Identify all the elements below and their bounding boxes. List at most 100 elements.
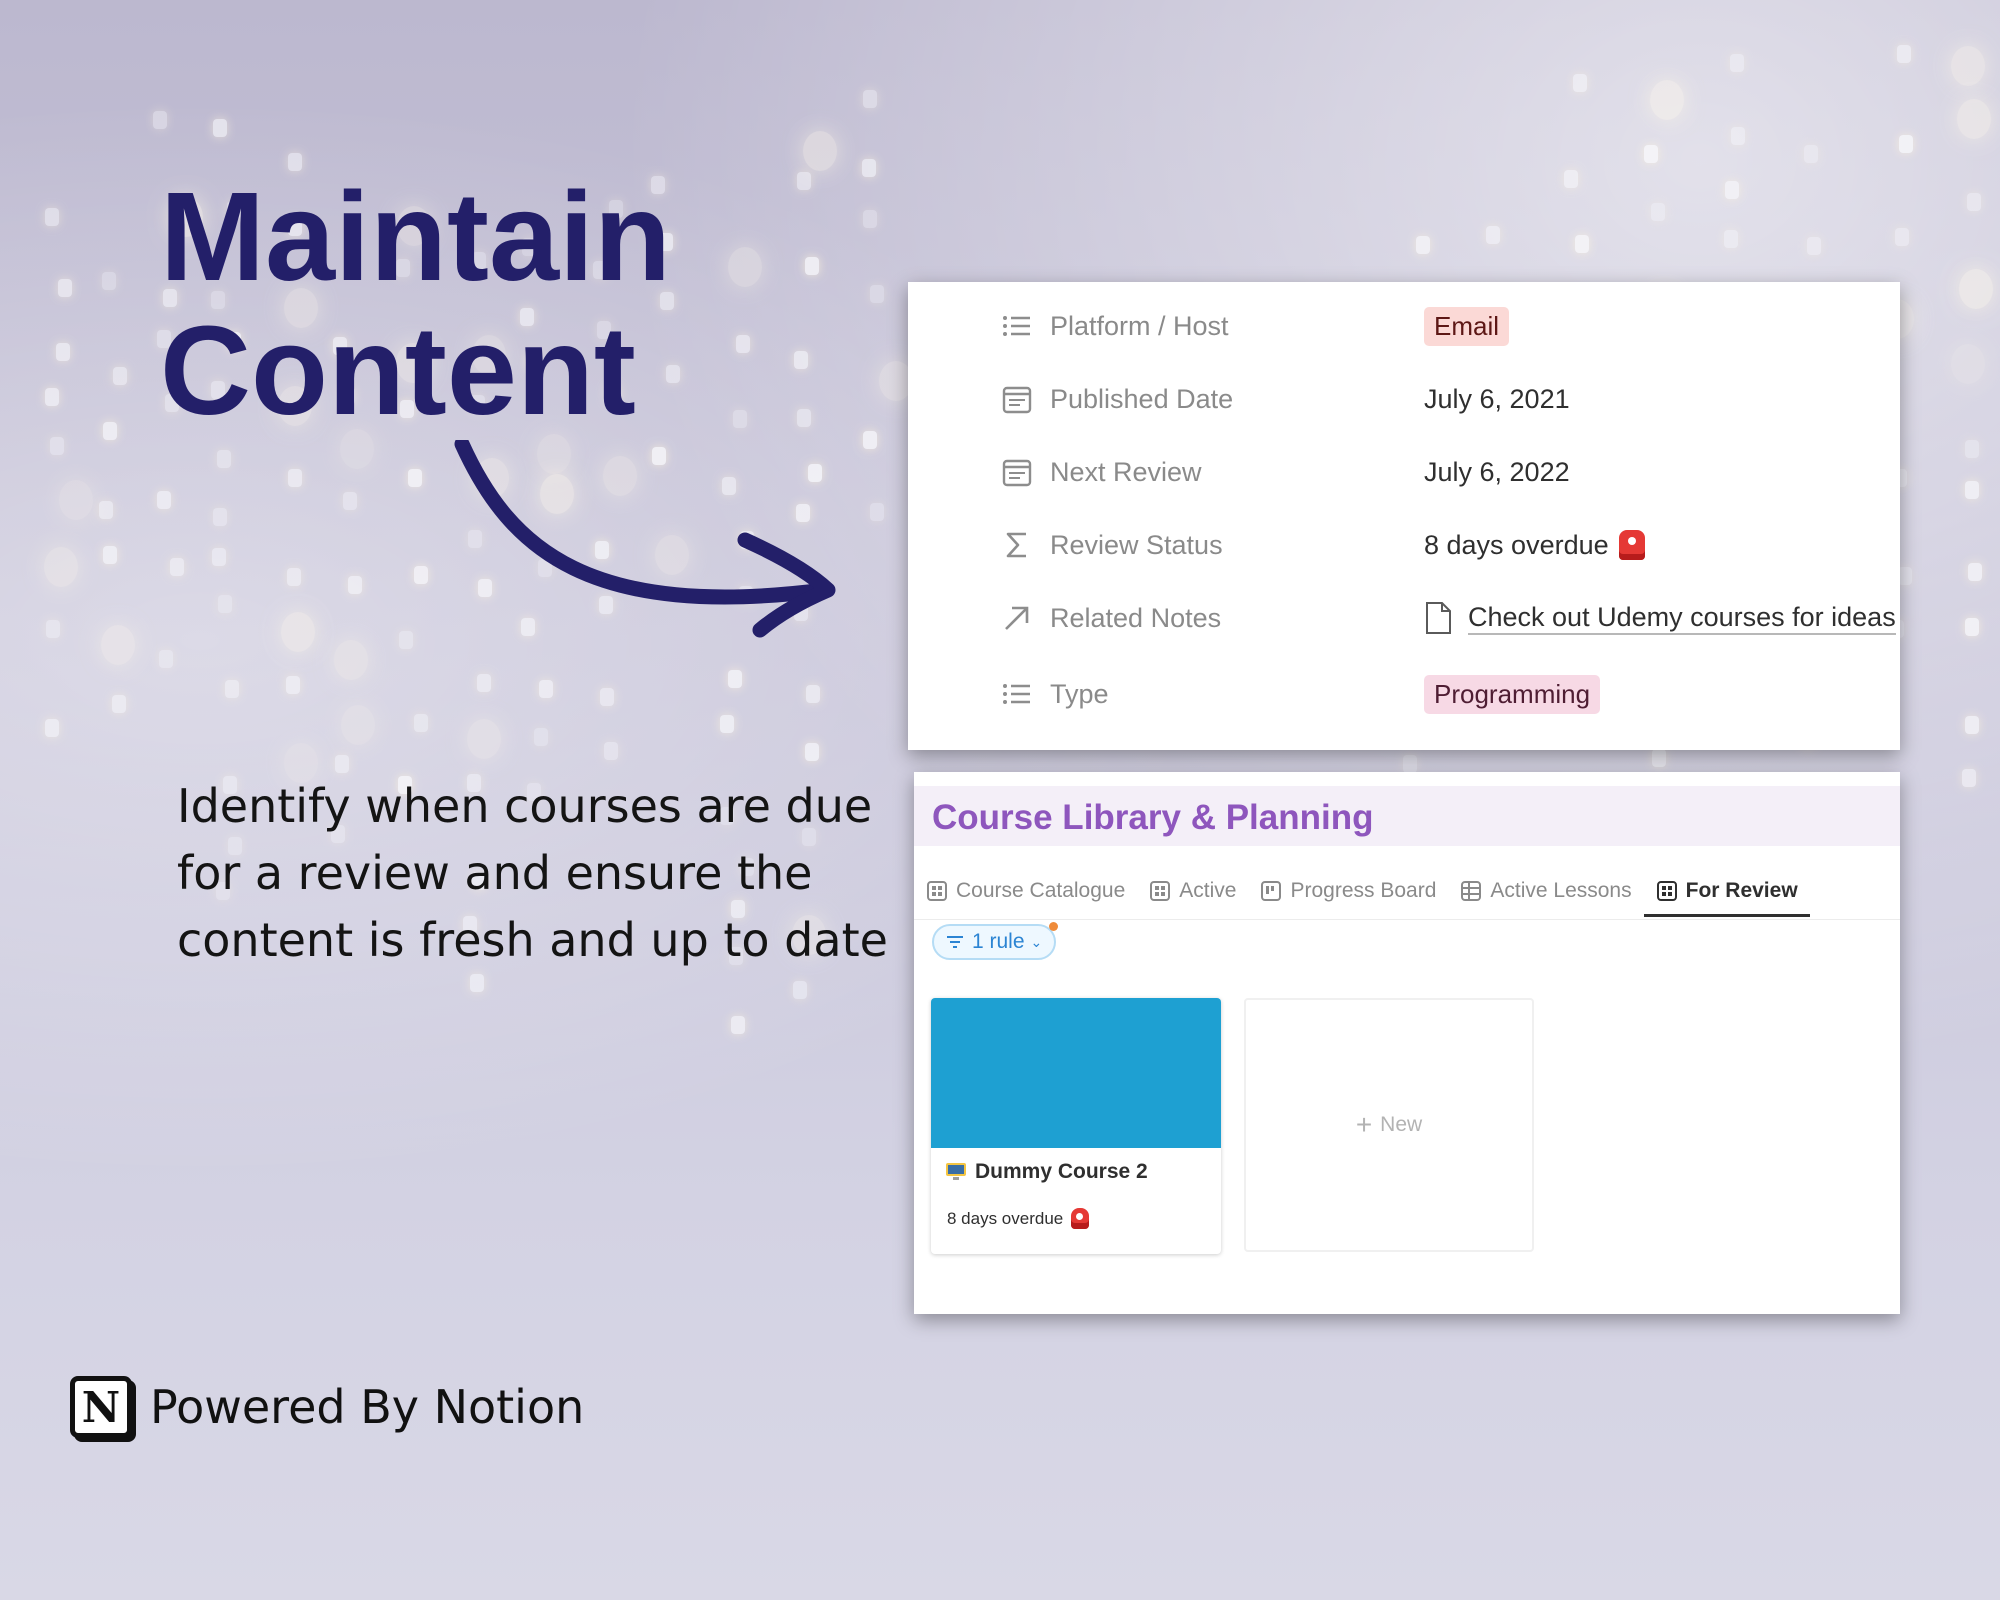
property-label: Related Notes: [1050, 602, 1222, 633]
bokeh-light: [45, 620, 60, 639]
bokeh-light: [1643, 145, 1658, 164]
bokeh-light: [1650, 80, 1685, 121]
bokeh-light: [1895, 228, 1910, 246]
bokeh-light: [731, 1016, 746, 1035]
bokeh-light: [727, 669, 742, 688]
tab-for-review[interactable]: For Review: [1643, 868, 1810, 917]
bokeh-light: [1898, 134, 1913, 153]
review-status-text: 8 days overdue: [1424, 529, 1609, 560]
tab-active[interactable]: Active: [1137, 868, 1248, 914]
property-value[interactable]: Check out Udemy courses for ideas: [1424, 601, 1896, 635]
database-title-bar: Course Library & Planning: [914, 786, 1900, 846]
description-line-2: for a review and ensure the: [177, 846, 813, 900]
bokeh-light: [862, 159, 877, 178]
bokeh-light: [213, 119, 228, 138]
view-tabs: Course Catalogue Active Progress Board A…: [914, 868, 1810, 922]
list-icon: [1000, 677, 1034, 711]
property-type[interactable]: Type Programming: [1000, 669, 1601, 719]
bokeh-light: [44, 719, 59, 738]
headline-line-2: Content: [160, 300, 636, 441]
property-label: Platform / Host: [1050, 310, 1229, 341]
filter-label: 1 rule: [972, 930, 1025, 953]
bokeh-light: [59, 480, 94, 521]
bokeh-light: [1652, 749, 1667, 768]
bokeh-light: [217, 450, 232, 469]
tab-progress-board[interactable]: Progress Board: [1248, 868, 1448, 914]
bokeh-light: [1965, 440, 1980, 459]
bokeh-light: [212, 508, 227, 527]
bokeh-light: [870, 285, 885, 304]
property-published-date[interactable]: Published Date July 6, 2021: [1000, 374, 1570, 424]
list-icon: [1000, 309, 1034, 343]
property-value[interactable]: July 6, 2022: [1424, 457, 1570, 488]
sigma-icon: [1000, 528, 1034, 562]
notion-logo-icon: N: [70, 1376, 132, 1438]
bokeh-light: [99, 500, 114, 519]
bokeh-light: [1967, 562, 1982, 581]
property-value[interactable]: July 6, 2021: [1424, 384, 1570, 415]
bokeh-light: [805, 257, 820, 276]
filter-indicator-dot: [1049, 922, 1059, 931]
bokeh-light: [103, 421, 118, 440]
bokeh-light: [111, 694, 126, 713]
bokeh-light: [732, 410, 747, 429]
bokeh-light: [1563, 169, 1578, 188]
description-line-1: Identify when courses are due: [177, 779, 873, 833]
curved-arrow-icon: [454, 440, 836, 638]
description-line-3: content is fresh and up to date: [177, 913, 888, 967]
property-value[interactable]: 8 days overdue: [1424, 530, 1645, 561]
bokeh-light: [413, 566, 428, 585]
bokeh-light: [728, 247, 763, 288]
bokeh-light: [159, 649, 174, 668]
description-text: Identify when courses are due for a revi…: [177, 773, 897, 974]
gallery-icon: [927, 881, 947, 901]
bokeh-light: [169, 557, 184, 576]
property-platform-host[interactable]: Platform / Host Email: [1000, 301, 1510, 351]
bokeh-light: [211, 548, 226, 567]
bokeh-light: [538, 679, 553, 698]
bokeh-light: [286, 567, 301, 586]
calendar-icon: [1000, 455, 1034, 489]
new-label: New: [1380, 1113, 1423, 1136]
bokeh-light: [603, 741, 618, 760]
chevron-down-icon: ⌄: [1030, 933, 1043, 950]
property-value[interactable]: Email: [1424, 306, 1510, 346]
new-card-button[interactable]: + New: [1244, 998, 1534, 1252]
bokeh-light: [1957, 98, 1992, 139]
gallery-icon: [1150, 881, 1171, 901]
bokeh-light: [720, 715, 735, 734]
bokeh-light: [1650, 202, 1665, 221]
related-note-link[interactable]: Check out Udemy courses for ideas: [1468, 602, 1896, 635]
property-related-notes[interactable]: Related Notes Check out Udemy courses fo…: [1000, 593, 1896, 643]
property-review-status[interactable]: Review Status 8 days overdue: [1000, 520, 1645, 570]
tag-email[interactable]: Email: [1424, 306, 1510, 346]
bokeh-light: [1966, 193, 1981, 212]
database-title[interactable]: Course Library & Planning: [932, 798, 1373, 838]
bokeh-light: [805, 742, 819, 761]
bokeh-light: [1807, 237, 1821, 256]
bokeh-light: [1961, 768, 1976, 787]
bokeh-light: [343, 491, 358, 510]
gallery-card[interactable]: Dummy Course 2 8 days overdue: [931, 998, 1221, 1254]
headline: Maintain Content: [160, 170, 671, 438]
tab-course-catalogue[interactable]: Course Catalogue: [914, 868, 1137, 914]
bokeh-light: [157, 491, 172, 510]
filter-rule-chip[interactable]: 1 rule ⌄: [932, 922, 1059, 960]
bokeh-light: [1898, 566, 1913, 585]
tag-programming[interactable]: Programming: [1424, 674, 1601, 714]
bokeh-light: [1572, 74, 1587, 93]
tab-label: Course Catalogue: [956, 879, 1126, 902]
gallery-icon: [1656, 881, 1677, 901]
tab-active-lessons[interactable]: Active Lessons: [1448, 868, 1643, 914]
siren-icon: [1071, 1208, 1090, 1229]
bokeh-light: [1964, 715, 1979, 734]
bokeh-light: [399, 630, 414, 649]
bokeh-light: [1725, 181, 1740, 200]
property-next-review[interactable]: Next Review July 6, 2022: [1000, 447, 1570, 497]
bokeh-light: [792, 981, 807, 1000]
bokeh-light: [1730, 126, 1745, 145]
property-value[interactable]: Programming: [1424, 674, 1601, 714]
card-title-text: Dummy Course 2: [975, 1160, 1148, 1183]
bokeh-light: [534, 728, 549, 747]
bokeh-light: [793, 351, 808, 370]
